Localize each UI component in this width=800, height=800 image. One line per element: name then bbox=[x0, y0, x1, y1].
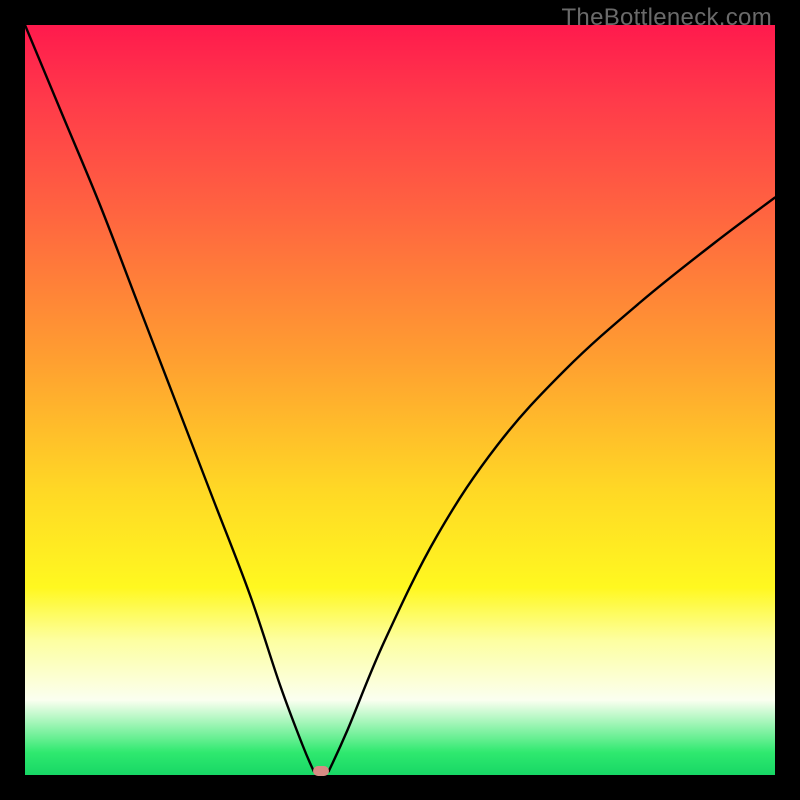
chart-plot-area bbox=[25, 25, 775, 775]
curve-right-branch bbox=[329, 198, 775, 772]
chart-curve-svg bbox=[25, 25, 775, 775]
curve-left-branch bbox=[25, 25, 314, 771]
minimum-marker bbox=[313, 766, 329, 776]
